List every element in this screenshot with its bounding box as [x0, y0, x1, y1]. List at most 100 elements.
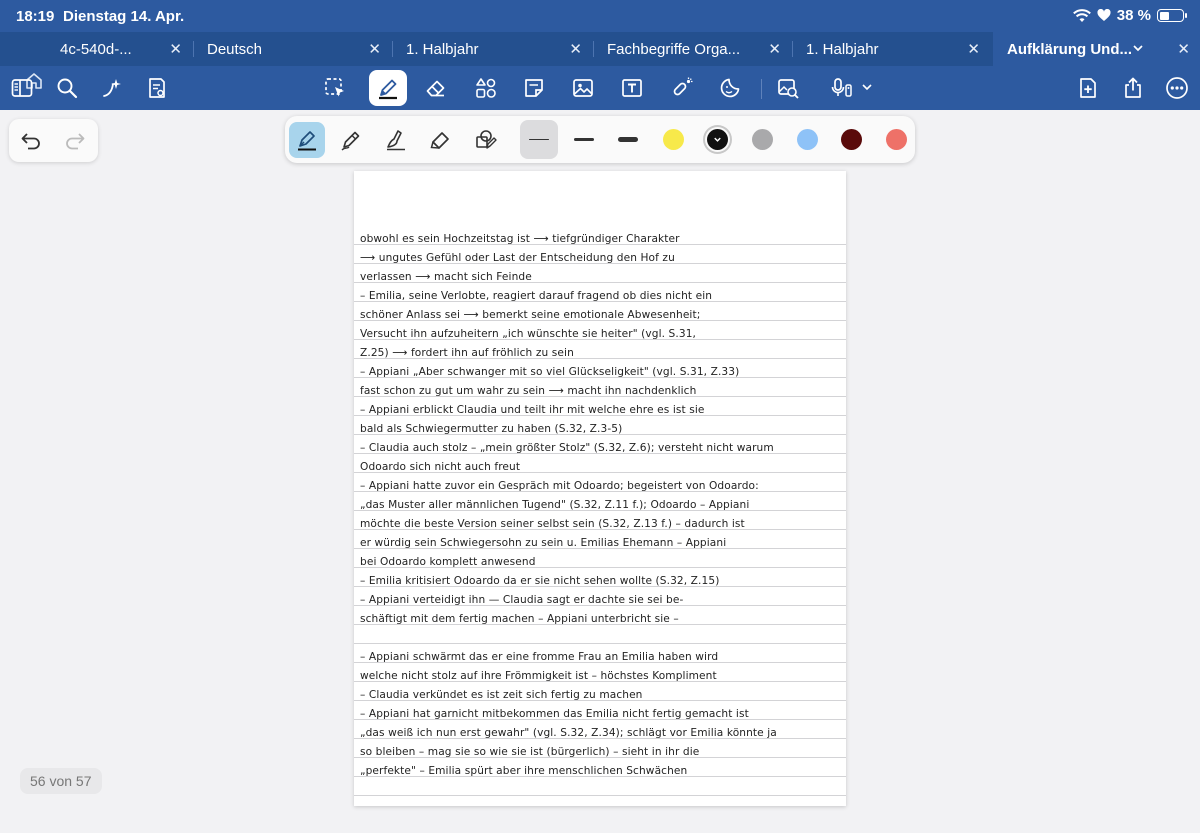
fountain-pen-button[interactable]	[289, 122, 325, 158]
width-thick-button[interactable]	[609, 120, 647, 159]
more-button[interactable]	[1161, 72, 1193, 104]
tab-halbjahr-1[interactable]: 1. Halbjahr ✕	[394, 32, 594, 66]
color-swatch-black[interactable]	[707, 129, 728, 150]
width-thin-button[interactable]	[520, 120, 558, 159]
share-button[interactable]	[1117, 72, 1149, 104]
note-line: – Claudia auch stolz – „mein größter Sto…	[360, 442, 774, 454]
sidebar-button[interactable]	[6, 72, 38, 104]
microphone-icon	[831, 78, 852, 97]
note-line: fast schon zu gut um wahr zu sein ⟶ mach…	[360, 385, 697, 397]
note-line: – Claudia verkündet es ist zeit sich fer…	[360, 689, 643, 701]
tab-halbjahr-2[interactable]: 1. Halbjahr ✕	[794, 32, 992, 66]
ai-button[interactable]	[97, 72, 129, 104]
tab-fachbegriffe[interactable]: Fachbegriffe Orga... ✕	[595, 32, 793, 66]
note-line: Odoardo sich nicht auch freut	[360, 461, 521, 473]
add-page-icon	[1080, 78, 1096, 98]
note-line: ⟶ ungutes Gefühl oder Last der Entscheid…	[360, 252, 675, 264]
note-line: – Appiani verteidigt ihn — Claudia sagt …	[360, 594, 684, 606]
handwritten-notes: obwohl es sein Hochzeitstag ist ⟶ tiefgr…	[360, 230, 844, 781]
shapes-button[interactable]	[470, 72, 502, 104]
tab-separator	[593, 41, 594, 57]
close-icon[interactable]: ✕	[569, 40, 582, 58]
web-image-button[interactable]	[772, 72, 804, 104]
close-icon[interactable]: ✕	[1177, 40, 1190, 58]
note-line: Versucht ihn aufzuheitern „ich wünschte …	[360, 328, 696, 340]
tab-deutsch[interactable]: Deutsch ✕	[195, 32, 393, 66]
sticker-icon	[720, 78, 740, 98]
share-icon	[1125, 77, 1141, 98]
shape-pen-button[interactable]	[468, 122, 504, 158]
pen-palette	[285, 116, 915, 163]
color-swatch-salmon[interactable]	[886, 129, 907, 150]
battery-percent: 38 %	[1116, 7, 1151, 24]
wifi-icon	[1072, 8, 1091, 22]
note-line: er würdig sein Schwiegersohn zu sein u. …	[360, 537, 727, 549]
status-date: Dienstag 14. Apr.	[63, 8, 185, 25]
pen-icon	[379, 79, 397, 100]
redo-icon	[66, 133, 85, 150]
notebook-page[interactable]: obwohl es sein Hochzeitstag ist ⟶ tiefgr…	[354, 171, 846, 806]
tab-label: Deutsch	[207, 40, 263, 58]
shapes-icon	[476, 78, 496, 98]
note-line: – Emilia kritisiert Odoardo da er sie ni…	[360, 575, 720, 587]
heart-icon	[1097, 9, 1111, 21]
laser-pointer-button[interactable]	[666, 72, 698, 104]
eraser-button[interactable]	[420, 72, 452, 104]
add-page-button[interactable]	[1072, 72, 1104, 104]
close-icon[interactable]: ✕	[967, 40, 980, 58]
sticker-button[interactable]	[714, 72, 746, 104]
document-settings-icon	[149, 78, 165, 98]
chevron-down-icon[interactable]	[1133, 45, 1143, 52]
document-settings-button[interactable]	[141, 72, 173, 104]
search-icon	[57, 78, 78, 99]
color-swatch-gray[interactable]	[752, 129, 773, 150]
tab-1[interactable]: 4c-540d-... ✕	[48, 32, 194, 66]
note-line: – Emilia, seine Verlobte, reagiert darau…	[360, 290, 713, 302]
search-button[interactable]	[51, 72, 83, 104]
tab-bar: 4c-540d-... ✕ Deutsch ✕ 1. Halbjahr ✕ Fa…	[0, 32, 1200, 89]
brush-pen-icon	[387, 130, 405, 151]
redo-button[interactable]	[63, 129, 87, 153]
note-line: bald als Schwiegermutter zu haben (S.32,…	[360, 423, 623, 435]
ai-sparkle-icon	[103, 79, 121, 97]
pen-button[interactable]	[369, 70, 407, 106]
lasso-icon	[325, 78, 344, 97]
sticky-note-icon	[525, 79, 543, 97]
color-swatch-yellow[interactable]	[663, 129, 684, 150]
laser-pointer-icon	[673, 77, 693, 96]
tab-label: 1. Halbjahr	[406, 40, 479, 58]
note-line: – Appiani „Aber schwanger mit so viel Gl…	[360, 366, 740, 378]
microphone-button[interactable]	[826, 72, 858, 104]
color-swatch-darkred[interactable]	[841, 129, 862, 150]
main-toolbar	[0, 66, 1200, 110]
undo-button[interactable]	[19, 129, 43, 153]
tab-aufklaerung[interactable]: Aufklärung Und... ✕	[993, 32, 1200, 66]
text-box-button[interactable]	[616, 72, 648, 104]
highlighter-icon	[430, 132, 449, 149]
ball-pen-button[interactable]	[333, 122, 369, 158]
eraser-icon	[426, 80, 445, 97]
brush-pen-button[interactable]	[378, 122, 414, 158]
text-box-icon	[622, 79, 642, 97]
undo-redo-panel	[9, 119, 98, 162]
chevron-down-icon[interactable]	[862, 84, 872, 91]
highlighter-button[interactable]	[423, 122, 459, 158]
color-swatch-blue[interactable]	[797, 129, 818, 150]
width-medium-button[interactable]	[565, 120, 603, 159]
close-icon[interactable]: ✕	[368, 40, 381, 58]
close-icon[interactable]: ✕	[169, 40, 182, 58]
note-line: schöner Anlass sei ⟶ bemerkt seine emoti…	[360, 309, 701, 321]
width-medium-line	[574, 138, 594, 141]
tab-label: 4c-540d-...	[60, 40, 132, 58]
note-line: „das weiß ich nun erst gewahr" (vgl. S.3…	[360, 727, 777, 739]
lasso-button[interactable]	[319, 72, 351, 104]
close-icon[interactable]: ✕	[768, 40, 781, 58]
note-line: – Appiani erblickt Claudia und teilt ihr…	[360, 404, 705, 416]
sticky-note-button[interactable]	[518, 72, 550, 104]
status-time: 18:19	[16, 8, 55, 25]
battery-icon	[1157, 9, 1187, 22]
image-button[interactable]	[567, 72, 599, 104]
note-line: möchte die beste Version seiner selbst s…	[360, 518, 745, 530]
undo-icon	[21, 133, 40, 150]
note-line: Z.25) ⟶ fordert ihn auf fröhlich zu sein	[360, 347, 574, 359]
